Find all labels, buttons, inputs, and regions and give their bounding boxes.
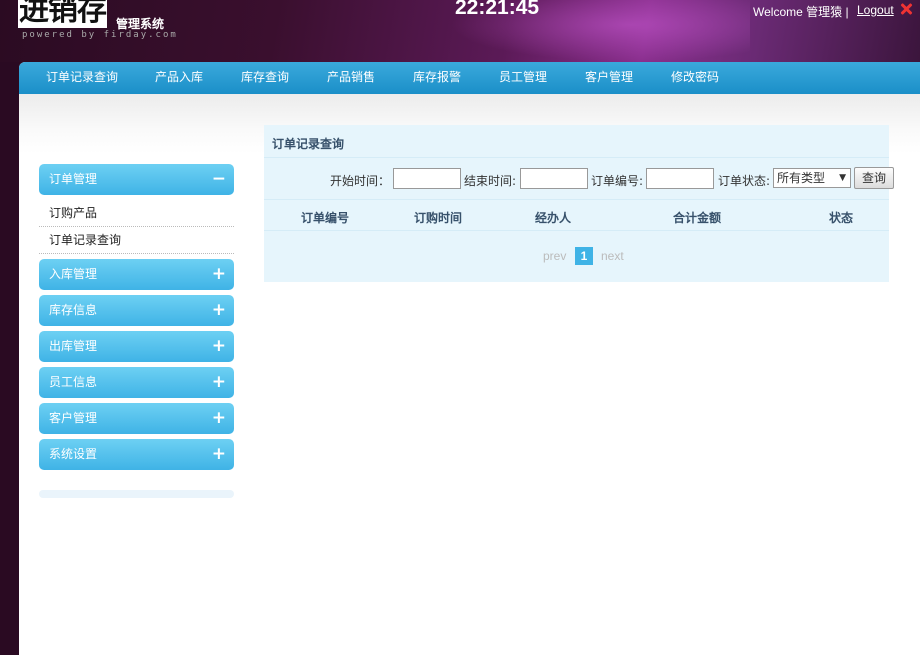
header: 进销存 管理系统 powered by firday.com 22:21:45 … xyxy=(0,0,920,62)
expand-icon[interactable]: + xyxy=(212,403,226,434)
page-title: 订单记录查询 xyxy=(272,137,345,151)
end-time-label: 结束时间: xyxy=(464,174,517,188)
sidebar-group-label: 出库管理 xyxy=(49,339,98,353)
end-time-input[interactable] xyxy=(520,168,588,189)
start-time-label: 开始时间： xyxy=(330,174,391,188)
query-button[interactable]: 查询 xyxy=(854,167,894,189)
start-time-input[interactable] xyxy=(393,168,461,189)
content-panel: 订单记录查询 开始时间： 结束时间: 订单编号: 订单状态: 所有类型 ▼ 查询… xyxy=(264,125,894,282)
nav-item-order-records[interactable]: 订单记录查询 xyxy=(46,62,118,94)
column-header-total: 合计金额 xyxy=(673,211,722,225)
pager-prev[interactable]: prev xyxy=(543,249,566,263)
sidebar-group-outbound[interactable]: 出库管理 + xyxy=(39,331,234,362)
order-status-value: 所有类型 xyxy=(777,171,826,185)
sidebar-group-label: 客户管理 xyxy=(49,411,98,425)
logo-powered: powered by firday.com xyxy=(22,30,178,40)
clock: 22:21:45 xyxy=(455,0,540,19)
sidebar-group-label: 订单管理 xyxy=(49,172,98,186)
column-header-status: 状态 xyxy=(829,211,854,225)
logout-link[interactable]: Logout xyxy=(857,3,894,17)
sidebar-item-order-products[interactable]: 订购产品 xyxy=(39,200,234,227)
sidebar-group-customers[interactable]: 客户管理 + xyxy=(39,403,234,434)
order-no-input[interactable] xyxy=(646,168,714,189)
main-frame: 订单记录查询 产品入库 库存查询 产品销售 库存报警 员工管理 客户管理 修改密… xyxy=(19,62,920,655)
pager-current-page[interactable]: 1 xyxy=(575,247,593,265)
column-header-handler: 经办人 xyxy=(535,211,572,225)
sidebar-footer xyxy=(39,490,234,498)
welcome-text: Welcome 管理猿 | xyxy=(753,5,849,19)
sidebar-group-stock[interactable]: 库存信息 + xyxy=(39,295,234,326)
column-header-order-time: 订购时间 xyxy=(414,211,463,225)
divider xyxy=(264,157,889,158)
expand-icon[interactable]: + xyxy=(212,367,226,398)
order-no-label: 订单编号: xyxy=(591,174,644,188)
nav-item-stock-query[interactable]: 库存查询 xyxy=(241,62,289,94)
nav-item-product-inbound[interactable]: 产品入库 xyxy=(155,62,203,94)
sidebar-group-settings[interactable]: 系统设置 + xyxy=(39,439,234,470)
order-status-label: 订单状态: xyxy=(718,174,771,188)
nav-item-staff[interactable]: 员工管理 xyxy=(499,62,547,94)
collapse-icon[interactable]: − xyxy=(212,164,226,195)
sidebar-group-label: 员工信息 xyxy=(49,375,98,389)
sidebar-group-label: 入库管理 xyxy=(49,267,98,281)
expand-icon[interactable]: + xyxy=(212,331,226,362)
sidebar-group-inbound[interactable]: 入库管理 + xyxy=(39,259,234,290)
close-icon[interactable] xyxy=(899,2,913,16)
nav-item-product-sales[interactable]: 产品销售 xyxy=(327,62,375,94)
logo-main: 进销存 xyxy=(18,0,107,28)
nav-item-stock-alarm[interactable]: 库存报警 xyxy=(413,62,461,94)
nav-item-customers[interactable]: 客户管理 xyxy=(585,62,633,94)
sidebar-group-staff[interactable]: 员工信息 + xyxy=(39,367,234,398)
sidebar-group-label: 系统设置 xyxy=(49,447,98,461)
dropdown-arrow-icon: ▼ xyxy=(839,173,846,183)
top-nav: 订单记录查询 产品入库 库存查询 产品销售 库存报警 员工管理 客户管理 修改密… xyxy=(19,62,920,94)
sidebar-group-orders[interactable]: 订单管理 − xyxy=(39,164,234,195)
sidebar-group-label: 库存信息 xyxy=(49,303,98,317)
table-header: 订单编号 订购时间 经办人 合计金额 状态 xyxy=(264,199,889,231)
sidebar-item-order-records[interactable]: 订单记录查询 xyxy=(39,227,234,254)
expand-icon[interactable]: + xyxy=(212,295,226,326)
order-status-select[interactable]: 所有类型 ▼ xyxy=(773,168,851,188)
nav-item-change-password[interactable]: 修改密码 xyxy=(671,62,719,94)
column-header-order-no: 订单编号 xyxy=(301,211,350,225)
pager-next[interactable]: next xyxy=(601,249,624,263)
expand-icon[interactable]: + xyxy=(212,259,226,290)
expand-icon[interactable]: + xyxy=(212,439,226,470)
